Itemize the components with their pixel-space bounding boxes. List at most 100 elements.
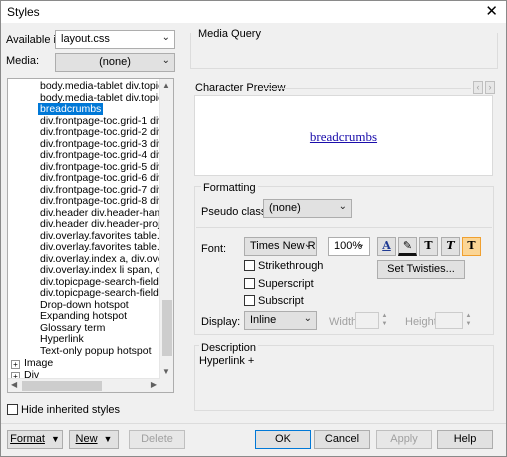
italic-icon: T	[446, 239, 455, 252]
list-item[interactable]: body.media-tablet div.topicpage-to	[40, 92, 173, 104]
spin-up-icon[interactable]: ▲	[382, 313, 388, 319]
formatting-label: Formatting	[201, 182, 258, 194]
hide-inherited-checkbox[interactable]	[7, 404, 18, 415]
list-item[interactable]: div.overlay.favorites table.favorites	[40, 241, 173, 253]
window-title: Styles	[7, 5, 40, 19]
subscript-checkbox[interactable]	[244, 295, 255, 306]
cancel-button[interactable]: Cancel	[314, 430, 370, 449]
divider	[259, 88, 471, 89]
font-dropdown[interactable]: Times New Ror ⌄	[244, 237, 317, 256]
pseudo-class-value: (none)	[269, 202, 301, 214]
expand-icon[interactable]: +	[11, 360, 20, 369]
list-item[interactable]: div.frontpage-toc.grid-5 div a	[40, 161, 172, 173]
spin-up-icon[interactable]: ▲	[466, 313, 472, 319]
list-item[interactable]: div.topicpage-search-field div.favo	[40, 276, 173, 288]
list-item[interactable]: div.frontpage-toc.grid-8 div a	[40, 195, 172, 207]
delete-button[interactable]: Delete	[129, 430, 185, 449]
highlight-button[interactable]: ✎	[398, 237, 417, 256]
scroll-right-icon[interactable]: ▶	[151, 380, 157, 389]
list-item-selected[interactable]: breadcrumbs	[38, 103, 104, 115]
preview-next-button[interactable]: ›	[485, 81, 495, 94]
text-style-button[interactable]: T	[462, 237, 481, 256]
list-item[interactable]: div.frontpage-toc.grid-6 div a	[40, 172, 172, 184]
character-preview: breadcrumbs	[194, 95, 493, 176]
strikethrough-checkbox[interactable]	[244, 260, 255, 271]
chevron-down-icon: ⌄	[303, 239, 312, 250]
height-input[interactable]	[435, 312, 463, 329]
chevron-down-icon: ⌄	[338, 201, 347, 212]
list-item[interactable]: Text-only popup hotspot	[40, 345, 152, 357]
pseudo-class-dropdown[interactable]: (none) ⌄	[263, 199, 352, 218]
dropdown-arrow-icon: ▼	[50, 434, 60, 444]
list-item[interactable]: Drop-down hotspot	[40, 299, 129, 311]
font-size-dropdown[interactable]: 100% ⌄	[328, 237, 370, 256]
scroll-down-icon[interactable]: ▼	[162, 367, 170, 376]
media-dropdown[interactable]: (none) ⌄	[55, 53, 175, 72]
media-query-label: Media Query	[198, 28, 261, 40]
media-label: Media:	[6, 55, 40, 67]
list-item[interactable]: div.frontpage-toc.grid-7 div a	[40, 184, 172, 196]
set-twisties-button[interactable]: Set Twisties...	[377, 260, 465, 279]
list-item[interactable]: Expanding hotspot	[40, 310, 127, 322]
spin-down-icon[interactable]: ▼	[382, 321, 388, 327]
superscript-checkbox[interactable]	[244, 278, 255, 289]
list-item[interactable]: div.header div.header-hamburger a	[40, 207, 173, 219]
divider	[196, 227, 492, 228]
list-item[interactable]: div.overlay.favorites table.favorites	[40, 230, 173, 242]
format-button[interactable]: Format ▼	[7, 430, 63, 449]
list-item[interactable]: div.header div.header-project-info	[40, 218, 173, 230]
horizontal-scrollbar[interactable]: ◀ ▶	[8, 378, 160, 392]
available-in-dropdown[interactable]: layout.css ⌄	[55, 30, 175, 49]
list-item[interactable]: div.frontpage-toc.grid-2 div a	[40, 126, 172, 138]
list-item[interactable]: div.frontpage-toc.grid-4 div a	[40, 149, 172, 161]
list-item[interactable]: Hyperlink	[40, 333, 84, 345]
media-value: (none)	[99, 56, 131, 68]
preview-sample-text: breadcrumbs	[309, 129, 378, 144]
tree-group-label: Image	[24, 357, 54, 369]
list-item[interactable]: div.overlay.index a, div.overlay.glo	[40, 253, 173, 265]
dropdown-arrow-icon: ▼	[103, 434, 113, 444]
chevron-down-icon: ⌄	[356, 239, 365, 250]
format-label: Format	[10, 433, 45, 445]
list-item[interactable]: div.overlay.index li span, div.overla	[40, 264, 173, 276]
scroll-left-icon[interactable]: ◀	[11, 380, 17, 389]
apply-button[interactable]: Apply	[376, 430, 432, 449]
list-item[interactable]: Glossary term	[40, 322, 105, 334]
list-item[interactable]: body.media-tablet div.topicpage-to	[40, 80, 173, 92]
italic-button[interactable]: T	[441, 237, 460, 256]
styles-dialog: Styles ✕ Available in: layout.css ⌄ Medi…	[0, 0, 507, 457]
spin-down-icon[interactable]: ▼	[466, 321, 472, 327]
preview-prev-button[interactable]: ‹	[473, 81, 483, 94]
text-style-icon: T	[467, 239, 476, 252]
chevron-down-icon: ⌄	[303, 313, 312, 324]
list-item[interactable]: div.topicpage-search-field div.favo	[40, 287, 173, 299]
close-icon[interactable]: ✕	[485, 3, 498, 20]
display-value: Inline	[250, 314, 277, 326]
width-input[interactable]	[355, 312, 379, 329]
width-spinner[interactable]: ▲ ▼	[380, 312, 389, 329]
ok-button[interactable]: OK	[255, 430, 311, 449]
list-item[interactable]: div.frontpage-toc.grid-1 div a	[40, 115, 172, 127]
bold-button[interactable]: T	[419, 237, 438, 256]
chevron-down-icon: ⌄	[161, 55, 170, 66]
height-spinner[interactable]: ▲ ▼	[464, 312, 473, 329]
new-button[interactable]: New ▼	[69, 430, 119, 449]
new-label: New	[75, 433, 98, 445]
list-item[interactable]: div.frontpage-toc.grid-3 div a	[40, 138, 172, 150]
subscript-label: Subscript	[258, 295, 304, 307]
title-bar: Styles ✕	[1, 1, 506, 23]
tree-group-image[interactable]: + Image	[11, 357, 53, 369]
font-label: Font:	[201, 243, 227, 255]
help-button[interactable]: Help	[437, 430, 493, 449]
scrollbar-thumb[interactable]	[22, 381, 102, 391]
scroll-up-icon[interactable]: ▲	[162, 81, 170, 90]
footer-divider	[1, 423, 506, 424]
available-in-value: layout.css	[61, 33, 110, 45]
font-color-button[interactable]: A	[377, 237, 396, 256]
display-label: Display:	[201, 316, 241, 328]
display-dropdown[interactable]: Inline ⌄	[244, 311, 317, 330]
highlight-icon: ✎	[402, 239, 413, 252]
scrollbar-thumb[interactable]	[162, 300, 172, 356]
vertical-scrollbar[interactable]: ▲ ▼	[159, 79, 173, 392]
style-list[interactable]: body.media-tablet div.topicpage-tobody.m…	[7, 78, 174, 393]
